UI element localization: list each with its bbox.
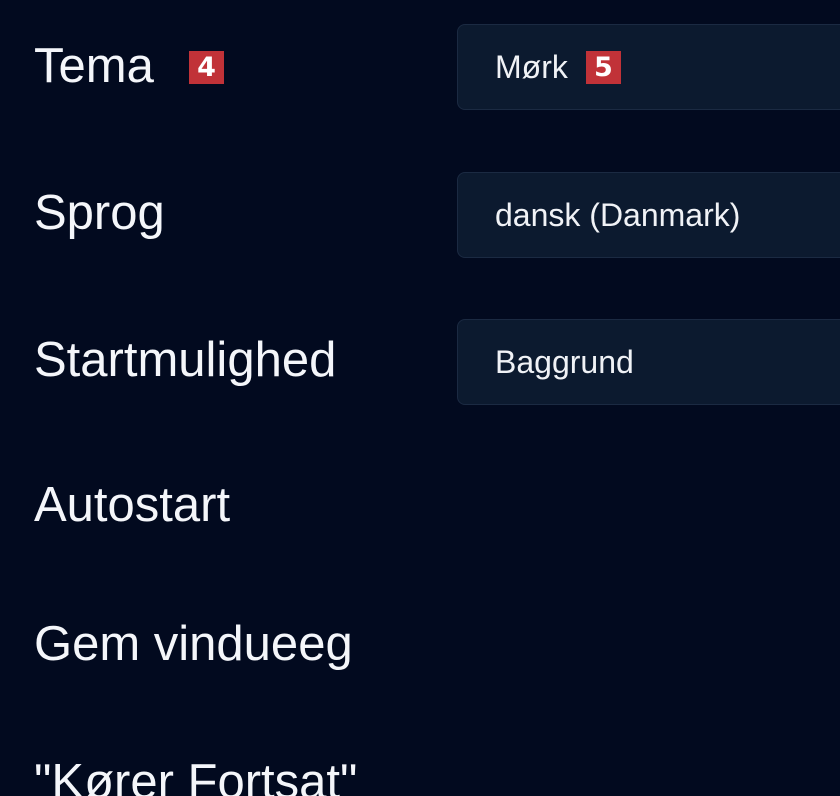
theme-label: Tema xyxy=(34,42,154,91)
language-select[interactable]: dansk (Danmark) xyxy=(457,172,840,258)
language-select-value: dansk (Danmark) xyxy=(495,196,741,233)
theme-label-text: Tema xyxy=(34,39,154,93)
theme-select-value: Mørk xyxy=(495,48,568,85)
language-label: Sprog xyxy=(34,186,165,240)
theme-select-badge: 5 xyxy=(585,50,621,84)
startup-label: Startmulighed xyxy=(34,333,337,387)
save-window-label: Gem vindueeg xyxy=(34,617,353,671)
autostart-label: Autostart xyxy=(34,478,231,532)
startup-select[interactable]: Baggrund xyxy=(457,319,840,405)
startup-select-value: Baggrund xyxy=(495,343,634,380)
theme-label-badge: 4 xyxy=(189,51,224,84)
theme-select[interactable]: Mørk 5 xyxy=(457,24,840,110)
keep-running-label: "Kører Fortsat" xyxy=(34,755,358,796)
